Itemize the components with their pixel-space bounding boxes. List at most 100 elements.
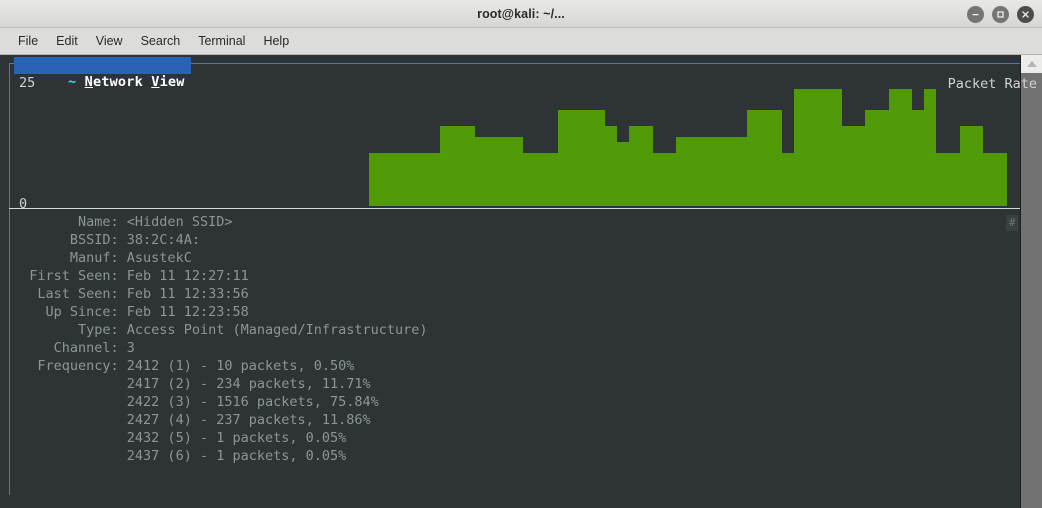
panel-title-mnemonic-v: V <box>151 74 160 90</box>
menu-item-file[interactable]: File <box>9 31 47 51</box>
detail-scroll-marker: # <box>1006 215 1018 231</box>
panel-title-network-view[interactable]: ~ Network View <box>14 57 191 90</box>
bar-t13 <box>522 152 535 206</box>
bar-t30 <box>723 136 736 206</box>
detail-value: Access Point (Managed/Infrastructure) <box>126 322 428 338</box>
menu-item-view[interactable]: View <box>87 31 132 51</box>
detail-key <box>13 412 127 428</box>
chevron-up-icon <box>1026 61 1037 67</box>
detail-key: Channel: <box>13 340 127 356</box>
bar-t35 <box>782 152 795 206</box>
detail-row: 2432 (5) - 1 packets, 0.05% <box>13 429 1008 447</box>
detail-key: Last Seen: <box>13 286 127 302</box>
bar-t31 <box>735 136 747 206</box>
bar-t24 <box>652 152 665 206</box>
bar-t42 <box>865 110 877 206</box>
scroll-up-button[interactable] <box>1021 55 1042 73</box>
menu-item-search[interactable]: Search <box>132 31 190 51</box>
detail-row: BSSID: 38:2C:4A: <box>13 231 1008 249</box>
minimize-button[interactable] <box>967 5 984 23</box>
bar-t33 <box>758 110 771 206</box>
menu-item-help[interactable]: Help <box>254 31 298 51</box>
bar-t47 <box>924 88 936 206</box>
bar-t45 <box>900 88 913 206</box>
detail-value: Feb 11 12:33:56 <box>126 286 249 302</box>
detail-key: Type: <box>13 322 127 338</box>
panel-title-mnemonic-n: N <box>84 74 93 90</box>
bar-t7 <box>451 126 464 206</box>
menu-item-terminal[interactable]: Terminal <box>189 31 254 51</box>
vertical-scrollbar[interactable] <box>1020 55 1042 508</box>
bar-t4 <box>416 152 429 206</box>
detail-row: 2427 (4) - 237 packets, 11.86% <box>13 411 1008 429</box>
panel-title-rest-1: etwork <box>92 74 152 90</box>
bar-t22 <box>628 126 641 206</box>
bar-t8 <box>463 126 476 206</box>
bar-t6 <box>439 126 452 206</box>
bar-t53 <box>995 152 1007 206</box>
maximize-button[interactable] <box>992 5 1009 23</box>
detail-value: 38:2C:4A: <box>126 232 200 248</box>
bar-t3 <box>404 152 417 206</box>
bar-t12 <box>510 136 523 206</box>
bar-t14 <box>534 152 547 206</box>
menu-item-edit[interactable]: Edit <box>47 31 87 51</box>
detail-key: Up Since: <box>13 304 127 320</box>
horizontal-scroll-area <box>0 495 1020 508</box>
panel-title-rest-2: iew <box>159 74 185 90</box>
bar-t51 <box>971 126 984 206</box>
detail-row: Name: <Hidden SSID> <box>13 213 1008 231</box>
detail-value: 2427 (4) - 237 packets, 11.86% <box>126 412 371 428</box>
detail-row: Up Since: Feb 11 12:23:58 <box>13 303 1008 321</box>
detail-row: 2437 (6) - 1 packets, 0.05% <box>13 447 1008 465</box>
bar-t23 <box>640 126 653 206</box>
bar-t10 <box>487 136 499 206</box>
packet-rate-bar-chart <box>369 73 1007 206</box>
bar-t50 <box>959 126 972 206</box>
bar-t1 <box>380 152 393 206</box>
detail-value: 2417 (2) - 234 packets, 11.71% <box>126 376 371 392</box>
panel-title-tilde: ~ <box>67 74 85 90</box>
bar-t34 <box>770 110 783 206</box>
window-controls <box>967 0 1034 28</box>
bar-t38 <box>817 88 830 206</box>
bar-t40 <box>841 126 854 206</box>
detail-value: Feb 11 12:27:11 <box>126 268 249 284</box>
graph-y-max-label: 25 <box>19 75 36 91</box>
bar-t39 <box>829 88 842 206</box>
bar-t25 <box>664 152 677 206</box>
bar-t28 <box>699 136 712 206</box>
bar-t19 <box>593 110 606 206</box>
bar-t15 <box>546 152 558 206</box>
panel-divider <box>9 208 1022 209</box>
detail-key: First Seen: <box>13 268 127 284</box>
detail-value: Feb 11 12:23:58 <box>126 304 249 320</box>
bar-t49 <box>947 152 960 206</box>
detail-row: Frequency: 2412 (1) - 10 packets, 0.50% <box>13 357 1008 375</box>
bar-t5 <box>428 152 440 206</box>
detail-value: 2437 (6) - 1 packets, 0.05% <box>126 448 347 464</box>
window-titlebar: root@kali: ~/... <box>0 0 1042 28</box>
close-button[interactable] <box>1017 5 1034 23</box>
bar-t0 <box>369 152 381 206</box>
detail-row: Channel: 3 <box>13 339 1008 357</box>
bar-t21 <box>617 142 629 206</box>
bar-t48 <box>936 152 948 206</box>
detail-value: 2422 (3) - 1516 packets, 75.84% <box>126 394 379 410</box>
bar-t32 <box>747 110 759 206</box>
bar-t26 <box>676 136 688 206</box>
detail-key <box>13 376 127 392</box>
bar-t36 <box>794 88 807 206</box>
detail-key <box>13 448 127 464</box>
detail-row: Manuf: AsustekC <box>13 249 1008 267</box>
detail-value: 2432 (5) - 1 packets, 0.05% <box>126 430 347 446</box>
bar-t2 <box>392 152 405 206</box>
terminal-content[interactable]: ~ Network View 25 0 Packet Rate Name: <H… <box>0 55 1042 508</box>
network-detail-list: Name: <Hidden SSID> BSSID: 38:2C:4A: Man… <box>13 213 1008 465</box>
detail-value: AsustekC <box>126 250 192 266</box>
bar-t52 <box>983 152 996 206</box>
detail-key: Name: <box>13 214 127 230</box>
vertical-scrollbar-thumb[interactable] <box>1021 73 1042 508</box>
bar-t18 <box>581 110 594 206</box>
bar-t46 <box>912 110 925 206</box>
